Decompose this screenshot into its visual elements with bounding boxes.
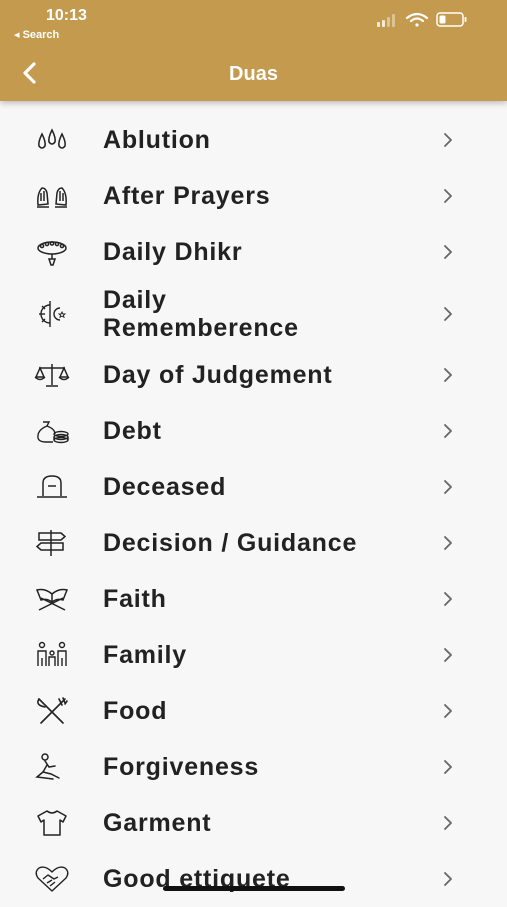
- chevron-right-icon: [444, 480, 452, 494]
- kneeling-person-icon: [33, 752, 71, 782]
- home-indicator[interactable]: [163, 886, 345, 891]
- status-time: 10:13: [46, 7, 87, 24]
- wifi-icon: [405, 12, 429, 27]
- chevron-right-icon: [444, 816, 452, 830]
- praying-hands-icon: [33, 181, 71, 211]
- list-item-label: Forgiveness: [103, 753, 260, 781]
- list-item-label: Day of Judgement: [103, 361, 333, 389]
- list-item-label: Ablution: [103, 126, 211, 154]
- chevron-right-icon: [444, 424, 452, 438]
- sun-moon-icon: [33, 299, 71, 329]
- list-item-label: Garment: [103, 809, 212, 837]
- list-item-after-prayers[interactable]: After Prayers: [0, 168, 507, 224]
- chevron-right-icon: [444, 536, 452, 550]
- list-item-label: Daily Dhikr: [103, 238, 243, 266]
- list-item-label: Food: [103, 697, 168, 725]
- list-item-label-line1: Daily: [103, 285, 167, 314]
- signal-icon: [377, 14, 395, 27]
- chevron-right-icon: [444, 592, 452, 606]
- list-item-label: Faith: [103, 585, 167, 613]
- quran-stand-icon: [33, 584, 71, 614]
- list-item-daily-dhikr[interactable]: Daily Dhikr: [0, 224, 507, 280]
- list-item-daily-rememberence[interactable]: Daily Rememberence: [0, 280, 507, 347]
- list-item-label: Debt: [103, 417, 162, 445]
- list-item-good-ettiquete[interactable]: Good ettiquete: [0, 851, 507, 907]
- chevron-right-icon: [444, 368, 452, 382]
- list-item-deceased[interactable]: Deceased: [0, 459, 507, 515]
- chevron-right-icon: [444, 306, 452, 321]
- status-icons: [377, 12, 467, 27]
- list-item-food[interactable]: Food: [0, 683, 507, 739]
- chevron-right-icon: [444, 872, 452, 886]
- list-item-label: Family: [103, 641, 187, 669]
- chevron-right-icon: [444, 648, 452, 662]
- list-item-ablution[interactable]: Ablution: [0, 112, 507, 168]
- list-item-decision-guidance[interactable]: Decision / Guidance: [0, 515, 507, 571]
- list-item-label: Decision / Guidance: [103, 529, 358, 557]
- shirt-icon: [33, 808, 71, 838]
- gravestone-icon: [33, 472, 71, 502]
- battery-icon: [436, 12, 467, 27]
- list-item-label: After Prayers: [103, 182, 271, 210]
- list-item-family[interactable]: Family: [0, 627, 507, 683]
- chevron-right-icon: [444, 245, 452, 259]
- list-item-debt[interactable]: Debt: [0, 403, 507, 459]
- signpost-icon: [33, 528, 71, 558]
- duas-category-list: Ablution After Prayers Daily Dhikr Daily…: [0, 112, 507, 907]
- handshake-heart-icon: [33, 864, 71, 894]
- water-drops-icon: [33, 125, 71, 155]
- list-item-garment[interactable]: Garment: [0, 795, 507, 851]
- prayer-beads-icon: [33, 237, 71, 267]
- list-item-forgiveness[interactable]: Forgiveness: [0, 739, 507, 795]
- back-to-search-link[interactable]: ◂ Search: [14, 28, 59, 41]
- list-item-label: Deceased: [103, 473, 227, 501]
- fork-knife-icon: [33, 696, 71, 726]
- navigation-header: 10:13 ◂ Search Duas: [0, 0, 507, 101]
- list-item-day-of-judgement[interactable]: Day of Judgement: [0, 347, 507, 403]
- list-item-faith[interactable]: Faith: [0, 571, 507, 627]
- chevron-right-icon: [444, 133, 452, 147]
- chevron-right-icon: [444, 704, 452, 718]
- list-item-label: Daily Rememberence: [103, 286, 299, 342]
- chevron-right-icon: [444, 760, 452, 774]
- money-bag-icon: [33, 416, 71, 446]
- scales-icon: [33, 360, 71, 390]
- page-title: Duas: [229, 63, 278, 85]
- list-item-label-line2: Rememberence: [103, 313, 299, 342]
- chevron-right-icon: [444, 189, 452, 203]
- family-icon: [33, 640, 71, 670]
